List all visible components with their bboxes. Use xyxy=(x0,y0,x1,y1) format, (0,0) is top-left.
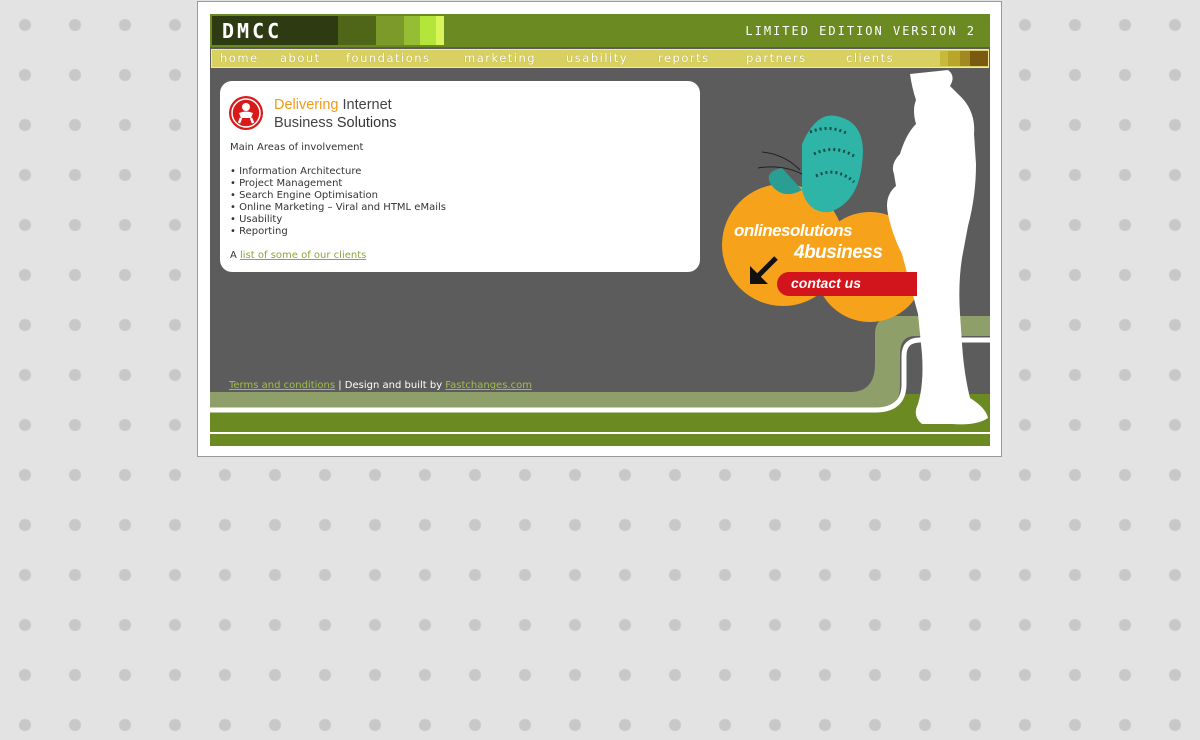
builder-link[interactable]: Fastchanges.com xyxy=(445,380,532,391)
logo[interactable]: DMCC xyxy=(212,16,338,45)
title-rest: Internet xyxy=(338,97,392,113)
nav-about[interactable]: about xyxy=(280,51,321,65)
nav-partners[interactable]: partners xyxy=(746,51,807,65)
contact-us-label: contact us xyxy=(791,275,862,291)
title-bold: Solutions xyxy=(336,115,397,131)
header-swatch xyxy=(436,16,444,45)
header-swatch xyxy=(420,16,436,45)
baby-icon xyxy=(229,96,263,130)
nav-foundations[interactable]: foundations xyxy=(346,51,431,65)
clients-prefix: A xyxy=(230,250,241,261)
list-item: • Usability xyxy=(230,214,283,225)
intro-title-line2: Business Solutions xyxy=(274,115,397,131)
nav-swatch xyxy=(948,51,960,66)
nav-usability[interactable]: usability xyxy=(566,51,628,65)
promo-online-text: onlinesolutions xyxy=(734,221,853,240)
footer: Terms and conditions | Design and built … xyxy=(229,380,532,391)
promo-business-text: 4business xyxy=(794,242,883,263)
clients-line: A list of some of our clients xyxy=(230,250,366,261)
header-bar: DMCC LIMITED EDITION VERSION 2 xyxy=(210,14,990,47)
header-swatch xyxy=(338,16,376,45)
services-list: • Information Architecture • Project Man… xyxy=(230,166,446,238)
main-nav: home about foundations marketing usabili… xyxy=(211,49,989,68)
title-plain: Business xyxy=(274,115,337,131)
list-item: • Information Architecture xyxy=(230,166,362,177)
list-item: • Search Engine Optimisation xyxy=(230,190,378,201)
list-item: • Online Marketing – Viral and HTML eMai… xyxy=(230,202,446,213)
nav-swatch xyxy=(970,51,988,66)
intro-card: Delivering Internet Business Solutions M… xyxy=(220,81,700,272)
areas-heading: Main Areas of involvement xyxy=(230,142,364,153)
terms-link[interactable]: Terms and conditions xyxy=(229,380,335,391)
nav-home[interactable]: home xyxy=(220,51,259,65)
footer-separator: | Design and built by xyxy=(335,380,446,391)
site-container: DMCC LIMITED EDITION VERSION 2 home abou… xyxy=(210,14,990,446)
list-item: • Project Management xyxy=(230,178,343,189)
intro-title-line1: Delivering Internet xyxy=(274,97,392,113)
nav-swatch xyxy=(940,51,948,66)
title-accent: Delivering xyxy=(274,97,339,113)
nav-clients[interactable]: clients xyxy=(846,51,894,65)
header-swatch xyxy=(404,16,420,45)
nav-reports[interactable]: reports xyxy=(658,51,710,65)
contact-us-button[interactable]: contact us xyxy=(777,272,917,296)
nav-swatch xyxy=(960,51,970,66)
nav-marketing[interactable]: marketing xyxy=(464,51,536,65)
list-item: • Reporting xyxy=(230,226,288,237)
header-swatch xyxy=(376,16,404,45)
edition-label: LIMITED EDITION VERSION 2 xyxy=(745,24,976,38)
logo-text: DMCC xyxy=(222,19,283,43)
clients-list-link[interactable]: list of some of our clients xyxy=(240,250,366,261)
